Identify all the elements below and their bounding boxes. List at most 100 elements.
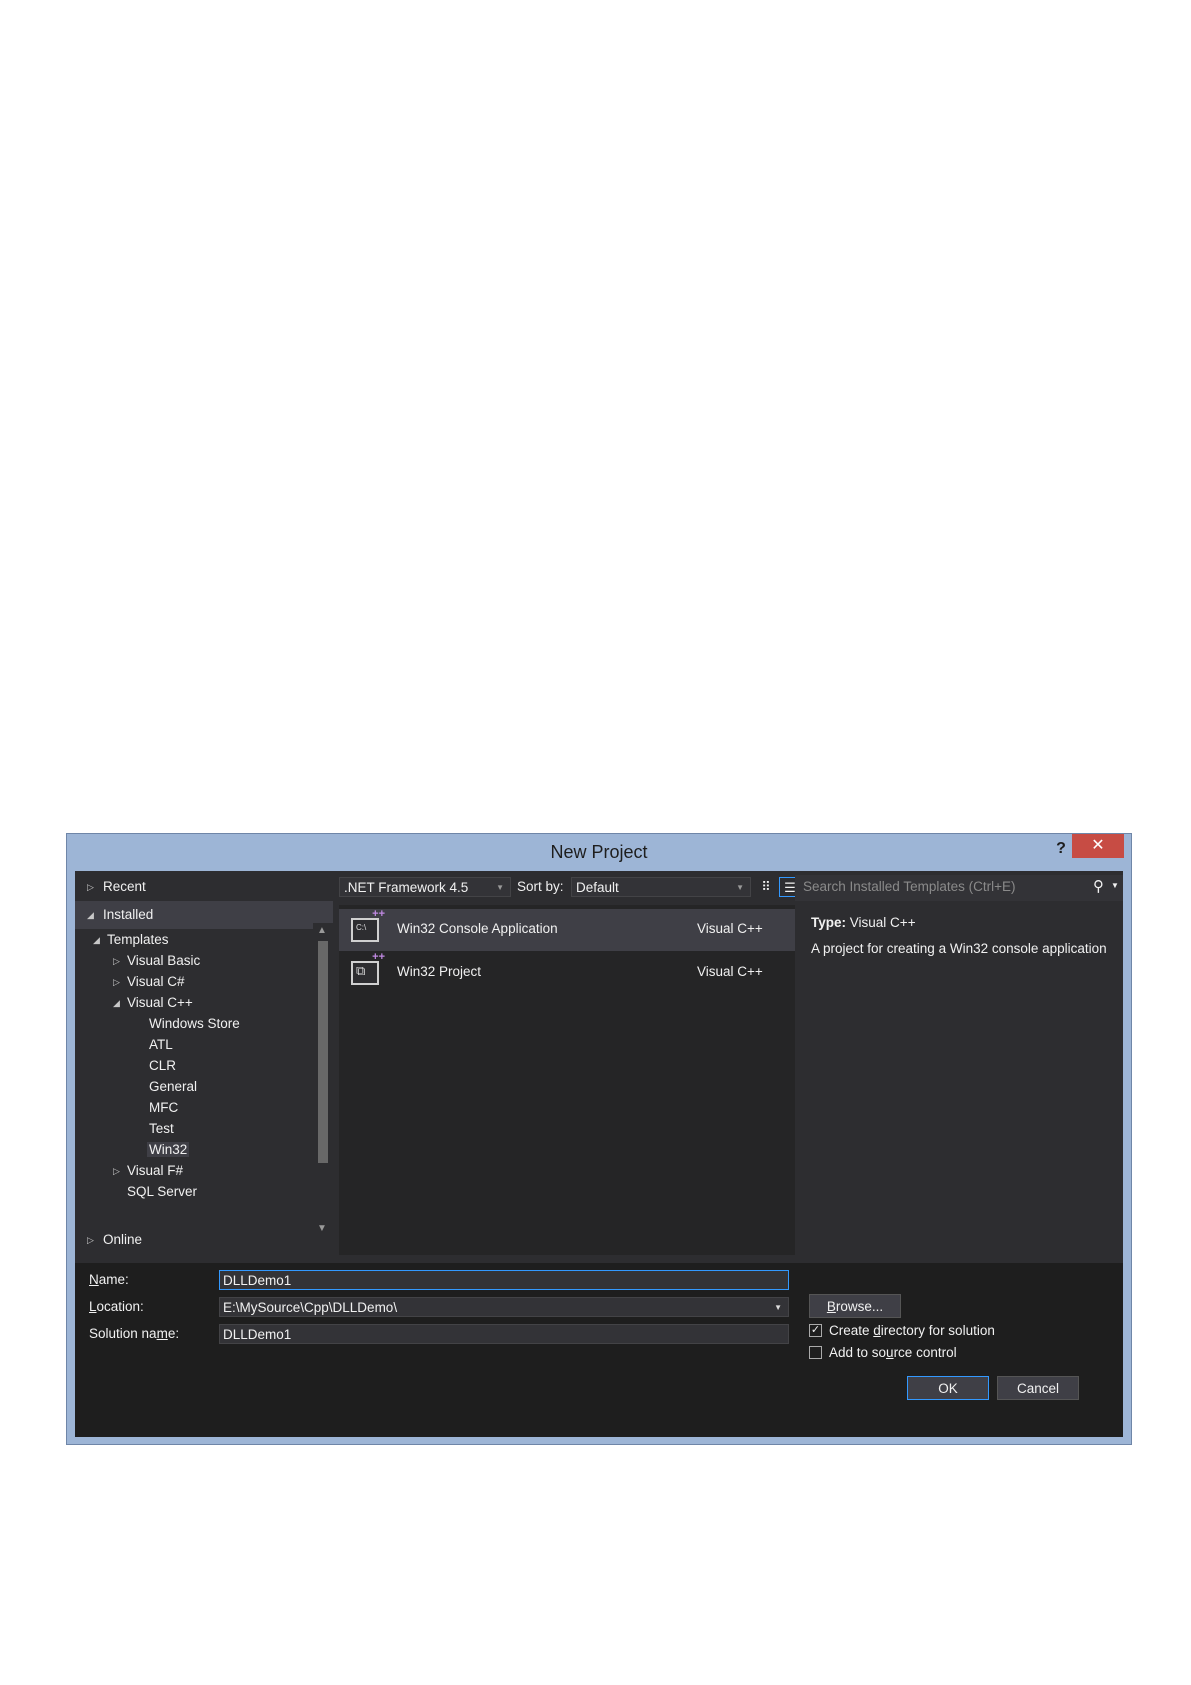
console-app-icon: ++ C:\ bbox=[351, 908, 385, 942]
button-label: rowse... bbox=[835, 1299, 884, 1314]
template-language: Visual C++ bbox=[697, 964, 763, 979]
search-placeholder: Search Installed Templates (Ctrl+E) bbox=[803, 879, 1016, 894]
scrollbar-thumb[interactable] bbox=[318, 941, 328, 1163]
accel-key: d bbox=[873, 1323, 881, 1338]
expand-arrow-icon: ▷ bbox=[113, 977, 120, 987]
label-text: Create bbox=[829, 1323, 874, 1338]
cancel-button[interactable]: Cancel bbox=[997, 1376, 1079, 1400]
win32-project-icon: ++ ⧉ bbox=[351, 951, 385, 985]
expand-arrow-icon: ▷ bbox=[113, 1166, 120, 1176]
sort-by-value: Default bbox=[576, 880, 619, 895]
label-text: ocation: bbox=[96, 1299, 144, 1314]
templates-tree: ◢ Templates ▷ Visual Basic ▷ Visual C# ◢… bbox=[75, 923, 313, 1223]
close-button[interactable]: ✕ bbox=[1072, 834, 1124, 858]
collapse-arrow-icon: ◢ bbox=[93, 935, 100, 945]
recent-node[interactable]: ▷ Recent bbox=[75, 873, 333, 901]
grid-view-icon: ⠿ bbox=[761, 879, 771, 894]
accel-key: u bbox=[886, 1345, 894, 1360]
search-templates-box[interactable]: Search Installed Templates (Ctrl+E) ⚲ ▼ bbox=[795, 875, 1123, 901]
name-label: Name: bbox=[89, 1269, 129, 1291]
tree-item-label: Win32 bbox=[147, 1142, 190, 1157]
plus-plus-icon: ++ bbox=[372, 951, 385, 963]
template-item-win32-project[interactable]: ++ ⧉ Win32 Project Visual C++ bbox=[339, 951, 795, 994]
chevron-down-icon: ▼ bbox=[736, 883, 744, 892]
framework-value: .NET Framework 4.5 bbox=[344, 880, 469, 895]
chevron-down-icon: ▼ bbox=[496, 883, 504, 892]
search-icon[interactable]: ⚲ bbox=[1093, 877, 1104, 895]
templates-list: ++ C:\ Win32 Console Application Visual … bbox=[339, 905, 795, 1255]
expand-arrow-icon: ▷ bbox=[113, 956, 120, 966]
label-text: e: bbox=[167, 1326, 180, 1341]
tree-item-label: Visual C++ bbox=[127, 995, 193, 1010]
tree-item-test[interactable]: Test bbox=[149, 1118, 174, 1140]
tree-item-label: Visual C# bbox=[127, 974, 185, 989]
small-icons-view-button[interactable]: ⠿ bbox=[755, 877, 777, 897]
project-form: Name: DLLDemo1 Location: E:\MySource\Cpp… bbox=[75, 1263, 1123, 1437]
tree-scrollbar[interactable]: ▲ ▼ bbox=[313, 923, 333, 1241]
dialog-client-area: ▷ Recent ◢ Installed ◢ Templates ▷ Visua… bbox=[75, 871, 1123, 1437]
tree-item-sql-server[interactable]: SQL Server bbox=[127, 1181, 197, 1203]
chevron-down-icon[interactable]: ▼ bbox=[1111, 881, 1119, 890]
ok-button[interactable]: OK bbox=[907, 1376, 989, 1400]
template-description: A project for creating a Win32 console a… bbox=[811, 941, 1107, 956]
type-label: Type: bbox=[811, 915, 847, 930]
template-categories-pane: ▷ Recent ◢ Installed ◢ Templates ▷ Visua… bbox=[75, 871, 333, 1255]
solution-name-label: Solution name: bbox=[89, 1323, 179, 1345]
label-text: rce control bbox=[893, 1345, 957, 1360]
online-node[interactable]: ▷ Online bbox=[75, 1226, 333, 1254]
window-glyph: ⧉ bbox=[356, 963, 366, 978]
browse-button[interactable]: Browse... bbox=[809, 1294, 901, 1318]
tree-item-label: Test bbox=[149, 1121, 174, 1136]
tree-item-general[interactable]: General bbox=[149, 1076, 197, 1098]
name-field[interactable]: DLLDemo1 bbox=[219, 1270, 789, 1290]
expand-arrow-icon: ▷ bbox=[87, 1235, 94, 1245]
label-text: Solution na bbox=[89, 1326, 157, 1341]
tree-item-win32[interactable]: Win32 bbox=[147, 1139, 190, 1161]
tree-item-windows-store[interactable]: Windows Store bbox=[149, 1013, 240, 1035]
accel-key: B bbox=[826, 1299, 836, 1314]
accel-key: m bbox=[156, 1326, 168, 1341]
scroll-up-icon[interactable]: ▲ bbox=[317, 925, 327, 936]
checkbox-unchecked-icon[interactable] bbox=[809, 1346, 822, 1359]
type-line: Type: Visual C++ bbox=[811, 915, 1111, 930]
help-button[interactable]: ? bbox=[1047, 836, 1075, 862]
add-source-control-label: Add to source control bbox=[829, 1343, 957, 1363]
framework-dropdown[interactable]: .NET Framework 4.5 ▼ bbox=[339, 877, 511, 897]
tree-item-visual-cpp[interactable]: ◢ Visual C++ bbox=[113, 992, 193, 1014]
online-label: Online bbox=[103, 1232, 143, 1247]
recent-label: Recent bbox=[103, 879, 146, 894]
dialog-title: New Project bbox=[550, 842, 648, 862]
plus-plus-icon: ++ bbox=[372, 908, 385, 920]
expand-arrow-icon: ▷ bbox=[87, 882, 94, 892]
tree-item-clr[interactable]: CLR bbox=[149, 1055, 176, 1077]
console-glyph: C:\ bbox=[356, 923, 367, 932]
tree-item-visual-fsharp[interactable]: ▷ Visual F# bbox=[113, 1160, 184, 1182]
location-label: Location: bbox=[89, 1296, 144, 1318]
type-value: Visual C++ bbox=[849, 915, 916, 930]
chevron-down-icon[interactable]: ▼ bbox=[774, 1298, 782, 1318]
templates-toolbar: .NET Framework 4.5 ▼ Sort by: Default ▼ … bbox=[339, 871, 801, 903]
tree-item-visual-csharp[interactable]: ▷ Visual C# bbox=[113, 971, 185, 993]
label-text: irectory for solution bbox=[880, 1323, 995, 1338]
tree-item-label: Visual Basic bbox=[127, 953, 201, 968]
tree-item-label: Visual F# bbox=[127, 1163, 184, 1178]
tree-item-label: ATL bbox=[149, 1037, 173, 1052]
tree-item-templates[interactable]: ◢ Templates bbox=[93, 929, 169, 951]
title-bar: New Project ? ✕ bbox=[67, 834, 1131, 868]
sort-by-dropdown[interactable]: Default ▼ bbox=[571, 877, 751, 897]
tree-item-atl[interactable]: ATL bbox=[149, 1034, 173, 1056]
sort-by-label: Sort by: bbox=[517, 879, 564, 894]
location-combobox[interactable]: E:\MySource\Cpp\DLLDemo\ ▼ bbox=[219, 1297, 789, 1317]
accel-key: L bbox=[89, 1299, 97, 1314]
tree-item-visual-basic[interactable]: ▷ Visual Basic bbox=[113, 950, 201, 972]
accel-key: N bbox=[89, 1272, 99, 1287]
template-item-win32-console[interactable]: ++ C:\ Win32 Console Application Visual … bbox=[339, 908, 795, 951]
create-directory-label: Create directory for solution bbox=[829, 1321, 995, 1341]
template-language: Visual C++ bbox=[697, 921, 763, 936]
tree-item-label: SQL Server bbox=[127, 1184, 198, 1199]
new-project-dialog: New Project ? ✕ ▷ Recent ◢ Installed ◢ T… bbox=[66, 833, 1132, 1445]
checkbox-checked-icon[interactable]: ✓ bbox=[809, 1324, 822, 1337]
tree-item-label: Templates bbox=[107, 932, 169, 947]
solution-name-field[interactable]: DLLDemo1 bbox=[219, 1324, 789, 1344]
tree-item-mfc[interactable]: MFC bbox=[149, 1097, 178, 1119]
